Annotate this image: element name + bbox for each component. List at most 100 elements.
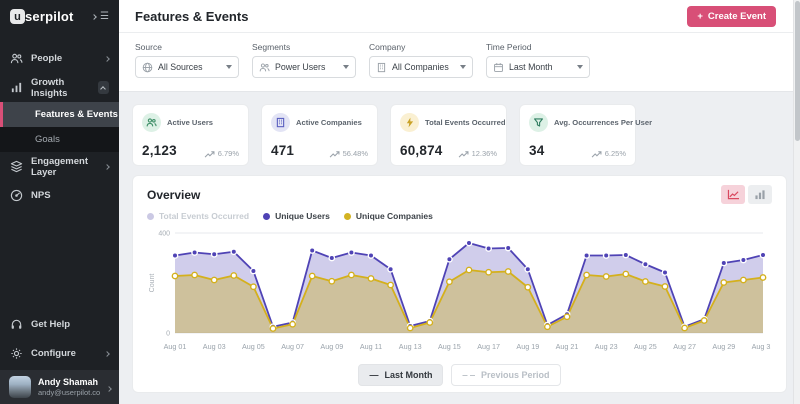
stat-change: 56.48% bbox=[343, 149, 368, 158]
stat-card-total-events: Total Events Occurred 60,874 12.36% bbox=[390, 104, 507, 166]
legend-unique-users[interactable]: Unique Users bbox=[263, 211, 330, 221]
svg-text:Aug 07: Aug 07 bbox=[281, 342, 304, 351]
svg-text:Aug 13: Aug 13 bbox=[399, 342, 422, 351]
filter-source: Source All Sources bbox=[135, 42, 239, 78]
legend-unique-companies[interactable]: Unique Companies bbox=[344, 211, 433, 221]
company-select[interactable]: All Companies bbox=[369, 56, 473, 78]
sidebar-item-features-events[interactable]: Features & Events bbox=[0, 102, 119, 127]
people-icon bbox=[146, 117, 157, 128]
svg-text:Aug 17: Aug 17 bbox=[477, 342, 500, 351]
svg-text:0: 0 bbox=[166, 331, 170, 338]
stat-card-active-companies: Active Companies 471 56.48% bbox=[261, 104, 378, 166]
stat-value: 60,874 bbox=[400, 143, 443, 158]
bar-chart-toggle-button[interactable] bbox=[748, 185, 772, 204]
filter-segments: Segments Power Users bbox=[252, 42, 356, 78]
legend-label: Unique Companies bbox=[356, 211, 433, 221]
stat-icon-wrap bbox=[271, 113, 290, 132]
source-select[interactable]: All Sources bbox=[135, 56, 239, 78]
filter-label: Time Period bbox=[486, 42, 590, 52]
sidebar-item-engagement-layer[interactable]: Engagement Layer bbox=[0, 152, 119, 181]
gear-icon bbox=[10, 347, 23, 360]
stat-change: 6.79% bbox=[218, 149, 239, 158]
chart-type-toggle bbox=[721, 185, 772, 204]
segments-select[interactable]: Power Users bbox=[252, 56, 356, 78]
sidebar-item-goals[interactable]: Goals bbox=[0, 127, 119, 152]
stat-icon-wrap bbox=[142, 113, 161, 132]
people-icon bbox=[10, 52, 23, 65]
avatar bbox=[9, 376, 31, 398]
svg-text:Aug 11: Aug 11 bbox=[360, 342, 382, 351]
trending-up-icon bbox=[591, 150, 602, 158]
chevron-right-icon bbox=[106, 386, 112, 392]
dashed-line-icon: ‒ ‒ bbox=[462, 370, 475, 380]
filter-value: Last Month bbox=[509, 62, 553, 72]
sidebar-item-nps[interactable]: NPS bbox=[0, 181, 119, 210]
bar-chart-icon bbox=[754, 189, 766, 200]
last-month-button[interactable]: — Last Month bbox=[358, 364, 443, 386]
headset-icon bbox=[10, 318, 23, 331]
globe-icon bbox=[142, 62, 153, 73]
stat-label: Avg. Occurrences Per User bbox=[554, 118, 652, 127]
collapse-section-button[interactable] bbox=[98, 81, 109, 94]
filter-company: Company All Companies bbox=[369, 42, 473, 78]
create-event-button[interactable]: + Create Event bbox=[687, 6, 776, 27]
scrollbar-thumb[interactable] bbox=[795, 1, 800, 141]
legend-dot-icon bbox=[147, 213, 154, 220]
stat-label: Active Users bbox=[167, 118, 213, 127]
svg-text:Aug 19: Aug 19 bbox=[516, 342, 539, 351]
chevron-down-icon bbox=[460, 65, 466, 69]
sidebar-item-growth-insights[interactable]: Growth Insights bbox=[0, 73, 119, 102]
sidebar-item-label: Configure bbox=[31, 348, 76, 359]
scrollbar[interactable] bbox=[793, 0, 800, 404]
main-content: Features & Events + Create Event Source … bbox=[119, 0, 800, 404]
page-title: Features & Events bbox=[135, 9, 248, 24]
stat-icon-wrap bbox=[400, 113, 419, 132]
svg-text:Aug 09: Aug 09 bbox=[320, 342, 343, 351]
chevron-down-icon bbox=[226, 65, 232, 69]
legend-dot-icon bbox=[344, 213, 351, 220]
sidebar-item-label: Engagement Layer bbox=[31, 156, 97, 178]
filter-value: All Sources bbox=[158, 62, 203, 72]
line-chart-icon bbox=[727, 189, 740, 200]
stat-value: 34 bbox=[529, 143, 544, 158]
user-menu[interactable]: Andy Shamah andy@userpilot.co bbox=[0, 370, 119, 404]
menu-icon[interactable]: ☰ bbox=[100, 12, 109, 22]
svg-text:Aug 29: Aug 29 bbox=[712, 342, 735, 351]
line-chart-toggle-button[interactable] bbox=[721, 185, 745, 204]
stat-value: 471 bbox=[271, 143, 294, 158]
filter-label: Company bbox=[369, 42, 473, 52]
sidebar-item-get-help[interactable]: Get Help bbox=[0, 310, 119, 339]
overview-chart[interactable]: 0400CountAug 01Aug 03Aug 05Aug 07Aug 09A… bbox=[147, 225, 771, 357]
svg-text:Aug 23: Aug 23 bbox=[595, 342, 618, 351]
legend-dot-icon bbox=[263, 213, 270, 220]
svg-text:Aug 21: Aug 21 bbox=[556, 342, 579, 351]
collapse-sidebar-icon[interactable] bbox=[91, 14, 97, 20]
svg-text:Aug 05: Aug 05 bbox=[242, 342, 265, 351]
plus-icon: + bbox=[697, 11, 703, 22]
trending-up-icon bbox=[329, 150, 340, 158]
solid-line-icon: — bbox=[369, 370, 378, 380]
submenu-item-label: Features & Events bbox=[35, 109, 118, 120]
chevron-right-icon bbox=[104, 56, 110, 62]
stat-label: Total Events Occurred bbox=[425, 118, 505, 127]
filter-bar: Source All Sources Segments Power Users bbox=[119, 33, 800, 92]
sidebar-item-people[interactable]: People bbox=[0, 44, 119, 73]
trending-up-icon bbox=[204, 150, 215, 158]
svg-text:Aug 27: Aug 27 bbox=[673, 342, 696, 351]
filter-time-period: Time Period Last Month bbox=[486, 42, 590, 78]
svg-text:Aug 15: Aug 15 bbox=[438, 342, 461, 351]
stat-change: 6.25% bbox=[605, 149, 626, 158]
svg-text:Aug 31: Aug 31 bbox=[752, 342, 771, 351]
svg-text:Aug 03: Aug 03 bbox=[203, 342, 226, 351]
building-icon bbox=[376, 62, 387, 73]
sidebar-item-configure[interactable]: Configure bbox=[0, 339, 119, 368]
sidebar-item-label: People bbox=[31, 53, 62, 64]
funnel-icon bbox=[533, 117, 544, 128]
chevron-up-icon bbox=[100, 86, 106, 92]
time-period-select[interactable]: Last Month bbox=[486, 56, 590, 78]
filter-value: All Companies bbox=[392, 62, 449, 72]
user-name: Andy Shamah bbox=[38, 377, 100, 388]
previous-period-button[interactable]: ‒ ‒ Previous Period bbox=[451, 364, 560, 386]
sidebar-item-label: Growth Insights bbox=[31, 77, 90, 99]
legend-total-events[interactable]: Total Events Occurred bbox=[147, 211, 249, 221]
